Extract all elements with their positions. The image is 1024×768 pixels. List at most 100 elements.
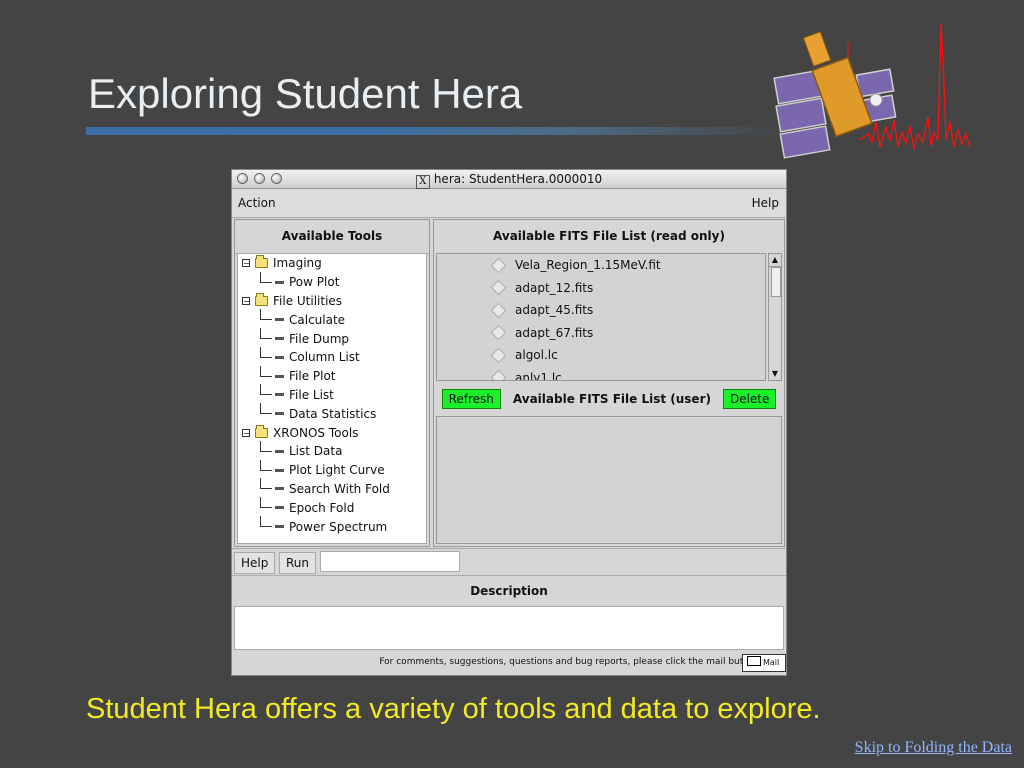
window-title: hera: StudentHera.0000010 [433,172,603,186]
tree-branch-line [260,271,272,283]
tree-branch-line [260,403,272,415]
fits-list-scrollbar[interactable]: ▲ ▼ [768,253,782,381]
tree-item[interactable]: Pow Plot [238,271,426,292]
fits-files-panel: Available FITS File List (read only) Vel… [433,219,785,547]
fits-file-item[interactable]: adapt_45.fits [437,299,765,322]
tree-item-label: File Utilities [273,293,343,308]
fits-file-item[interactable]: anly1.lc [437,367,765,381]
tool-node-icon [275,393,284,397]
fits-file-item[interactable]: algol.lc [437,344,765,367]
satellite-graphic [773,31,897,159]
available-tools-header: Available Tools [235,220,429,254]
menu-bar: Action Help [232,189,786,218]
fits-file-name: adapt_12.fits [515,280,594,295]
tool-node-icon [275,525,284,529]
fits-readonly-list[interactable]: Vela_Region_1.15MeV.fit adapt_12.fitsadap… [436,253,766,381]
collapse-toggle-icon[interactable]: − [242,428,250,437]
description-box [234,606,784,650]
tree-branch-line [260,384,272,396]
tree-item-label: Data Statistics [289,406,377,421]
tree-item[interactable]: File List [238,384,426,405]
tree-item[interactable]: Data Statistics [238,403,426,423]
tree-branch-line [260,478,272,490]
radio-diamond-icon[interactable] [490,302,507,319]
available-tools-panel: Available Tools − Imaging Pow Plot − File Ut… [234,219,430,547]
radio-diamond-icon[interactable] [490,347,507,364]
scroll-up-arrow-icon[interactable]: ▲ [769,254,781,267]
tree-item[interactable]: List Data [238,440,426,461]
tree-item[interactable]: File Dump [238,328,426,348]
scroll-down-arrow-icon[interactable]: ▼ [769,368,781,380]
tree-item-label: Plot Light Curve [289,463,385,478]
tree-item-label: XRONOS Tools [273,425,359,440]
tree-item-label: File Plot [289,369,336,384]
footer: For comments, suggestions, questions and… [232,652,786,675]
tree-item-label: Imaging [273,256,322,271]
footer-text: For comments, suggestions, questions and… [379,657,758,667]
menu-action[interactable]: Action [238,196,276,210]
tool-node-icon [275,280,284,284]
tool-node-icon [275,487,284,491]
fits-user-list-label: Available FITS File List (user) [512,392,711,406]
fits-file-item[interactable]: adapt_12.fits [437,277,765,300]
refresh-button[interactable]: Refresh [441,389,501,409]
fits-file-name: Vela_Region_1.15MeV.fit [515,258,661,273]
tree-item-label: Epoch Fold [289,500,355,515]
tree-item-label: Search With Fold [289,481,390,496]
fits-file-item[interactable]: Vela_Region_1.15MeV.fit [437,254,765,277]
fits-file-item[interactable]: adapt_67.fits [437,322,765,345]
tools-tree[interactable]: − Imaging Pow Plot − File Utilities Calculate… [237,253,427,544]
command-input[interactable] [320,551,460,572]
scroll-thumb[interactable] [771,267,781,297]
tree-item[interactable]: Column List [238,346,426,367]
folder-icon [255,255,268,269]
tree-item[interactable]: Epoch Fold [238,497,426,517]
satellite-illustration [773,23,971,159]
fits-file-name: anly1.lc [515,370,562,381]
tree-item-label: Calculate [289,312,346,327]
x11-logo-icon: X [415,175,430,189]
tool-node-icon [275,337,284,341]
tree-item-label: Power Spectrum [289,519,388,534]
tree-group[interactable]: − File Utilities [238,292,426,311]
window-titlebar[interactable]: Xhera: StudentHera.0000010 [232,170,786,189]
tree-branch-line [260,497,272,509]
tree-item[interactable]: Plot Light Curve [238,459,426,480]
fits-file-name: adapt_45.fits [515,303,594,318]
collapse-toggle-icon[interactable]: − [242,296,250,305]
tool-node-icon [275,412,284,416]
tree-branch-line [260,516,272,528]
fits-readonly-header: Available FITS File List (read only) [493,229,725,243]
tree-branch-line [260,365,272,377]
tree-item-label: List Data [289,444,343,459]
user-list-toolbar: Refresh Available FITS File List (user) … [436,384,782,414]
tree-item-label: File Dump [289,331,350,346]
radio-diamond-icon[interactable] [490,369,507,380]
title-divider [86,127,786,135]
tool-node-icon [275,355,284,359]
menu-help[interactable]: Help [752,196,779,210]
tree-group[interactable]: − XRONOS Tools [238,423,426,442]
radio-diamond-icon[interactable] [490,279,507,296]
mail-button[interactable]: Mail [742,654,786,672]
mail-icon [747,656,761,666]
tool-node-icon [275,374,284,378]
tree-item[interactable]: Power Spectrum [238,516,426,536]
skip-to-folding-link[interactable]: Skip to Folding the Data [855,739,1012,757]
collapse-toggle-icon[interactable]: − [242,259,250,268]
delete-button[interactable]: Delete [722,389,777,409]
tree-item[interactable]: File Plot [238,365,426,386]
tree-branch-line [260,459,272,471]
tool-node-icon [275,449,284,453]
help-button[interactable]: Help [234,552,276,574]
run-button[interactable]: Run [279,552,317,574]
tree-item-label: Pow Plot [289,275,340,290]
tree-group[interactable]: − Imaging [238,254,426,273]
fits-user-list[interactable] [436,416,782,544]
radio-diamond-icon[interactable] [490,257,507,274]
tree-item[interactable]: Search With Fold [238,478,426,499]
folder-icon [255,292,268,306]
radio-diamond-icon[interactable] [490,324,507,341]
tree-item[interactable]: Calculate [238,309,426,329]
tree-item-label: File List [289,387,334,402]
